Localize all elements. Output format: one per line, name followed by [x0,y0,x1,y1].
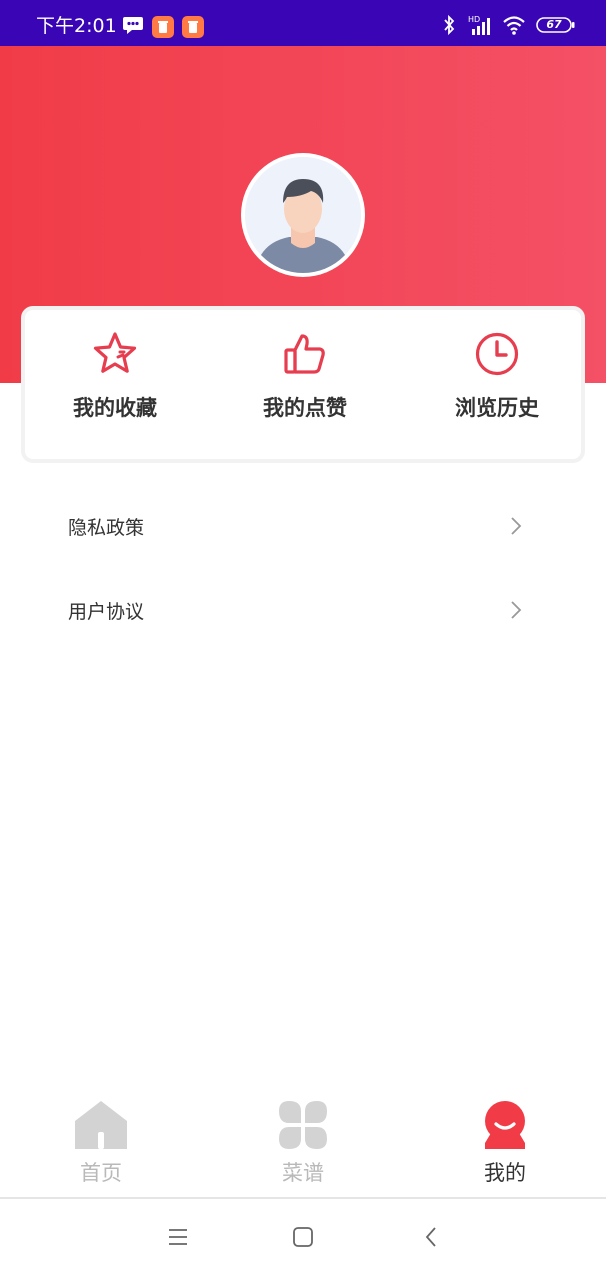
profile-icon [485,1101,525,1149]
likes-button[interactable]: 我的点赞 [215,330,395,430]
thumbs-up-icon [284,334,325,374]
home-icon [75,1101,127,1149]
menu-item-user-agreement[interactable]: 用户协议 [0,571,606,651]
app-notification-icon [152,16,174,38]
battery-icon: 67 [536,14,576,36]
bluetooth-icon [444,14,455,36]
menu-icon[interactable] [166,1225,190,1249]
wifi-icon [503,16,525,35]
tab-recipes[interactable]: 菜谱 [243,1099,363,1193]
message-notification-icon [123,17,143,34]
menu-item-label: 隐私政策 [68,517,145,539]
tab-label: 菜谱 [282,1161,324,1185]
chevron-right-icon [511,517,522,535]
bottom-tab-bar: 首页 菜谱 我的 [0,1093,606,1197]
svg-text:HD: HD [468,15,480,24]
history-label: 浏览历史 [455,396,539,420]
clock-icon [475,332,519,376]
star-icon [93,332,137,373]
likes-label: 我的点赞 [263,396,347,420]
status-bar: 下午2:01 HD 67 [0,0,606,46]
quick-actions-card: 我的收藏 我的点赞 浏览历史 [21,306,585,463]
back-icon[interactable] [420,1225,444,1249]
grid-icon [279,1101,327,1149]
app-notification-icon [182,16,204,38]
cellular-signal-icon: HD [468,15,490,35]
system-navigation-bar [0,1199,606,1280]
history-button[interactable]: 浏览历史 [407,330,587,430]
home-button-icon[interactable] [291,1225,315,1249]
battery-level: 67 [546,18,562,31]
tab-home[interactable]: 首页 [41,1099,161,1193]
menu-item-label: 用户协议 [68,601,145,623]
favorites-button[interactable]: 我的收藏 [25,330,205,430]
favorites-label: 我的收藏 [73,396,157,420]
tab-label: 首页 [80,1161,122,1185]
default-avatar-icon [245,157,361,273]
chevron-right-icon [511,601,522,619]
menu-item-privacy-policy[interactable]: 隐私政策 [0,487,606,567]
tab-label: 我的 [484,1161,526,1185]
tab-mine[interactable]: 我的 [445,1099,565,1193]
avatar[interactable] [241,153,365,277]
status-time: 下午2:01 [36,15,117,37]
